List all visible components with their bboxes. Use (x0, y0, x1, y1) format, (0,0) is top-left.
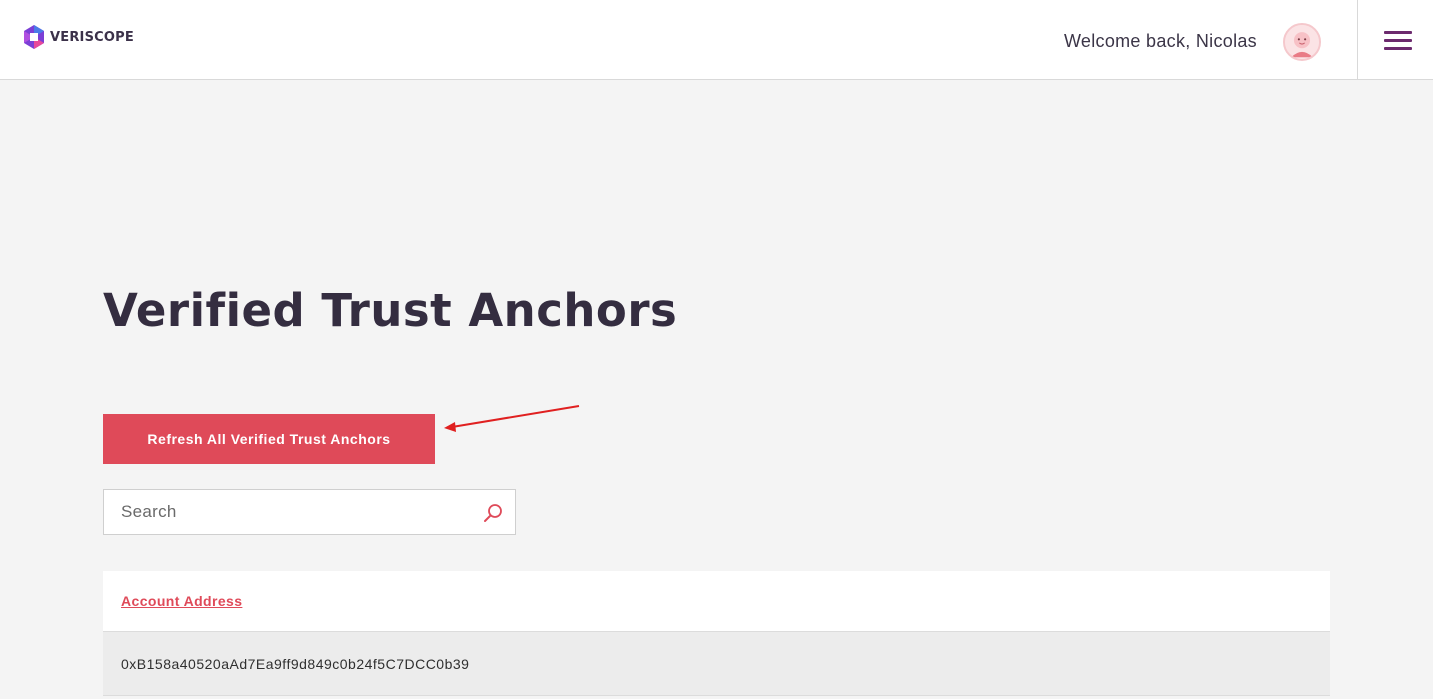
refresh-trust-anchors-button[interactable]: Refresh All Verified Trust Anchors (103, 414, 435, 464)
logo-text: VERISCOPE (50, 29, 134, 45)
page-title: Verified Trust Anchors (103, 284, 678, 337)
search-icon[interactable] (482, 502, 504, 524)
account-address-cell: 0xB158a40520aAd7Ea9ff9d849c0b24f5C7DCC0b… (121, 655, 470, 672)
column-header-account-address[interactable]: Account Address (121, 593, 242, 609)
user-avatar-icon[interactable] (1283, 23, 1321, 61)
logo-mark-icon (24, 25, 44, 49)
hamburger-menu-icon[interactable] (1384, 31, 1412, 51)
top-header: VERISCOPE Welcome back, Nicolas (0, 0, 1433, 80)
trust-anchors-table: Account Address 0xB158a40520aAd7Ea9ff9d8… (103, 571, 1330, 696)
table-header: Account Address (103, 571, 1330, 632)
welcome-message: Welcome back, Nicolas (1063, 31, 1257, 51)
search-input[interactable] (104, 490, 474, 534)
table-row[interactable]: 0xB158a40520aAd7Ea9ff9d849c0b24f5C7DCC0b… (103, 632, 1330, 696)
annotation-arrow-icon (444, 405, 580, 432)
header-divider (1357, 0, 1358, 80)
veriscope-logo[interactable]: VERISCOPE (22, 24, 134, 50)
search-box (103, 489, 516, 535)
